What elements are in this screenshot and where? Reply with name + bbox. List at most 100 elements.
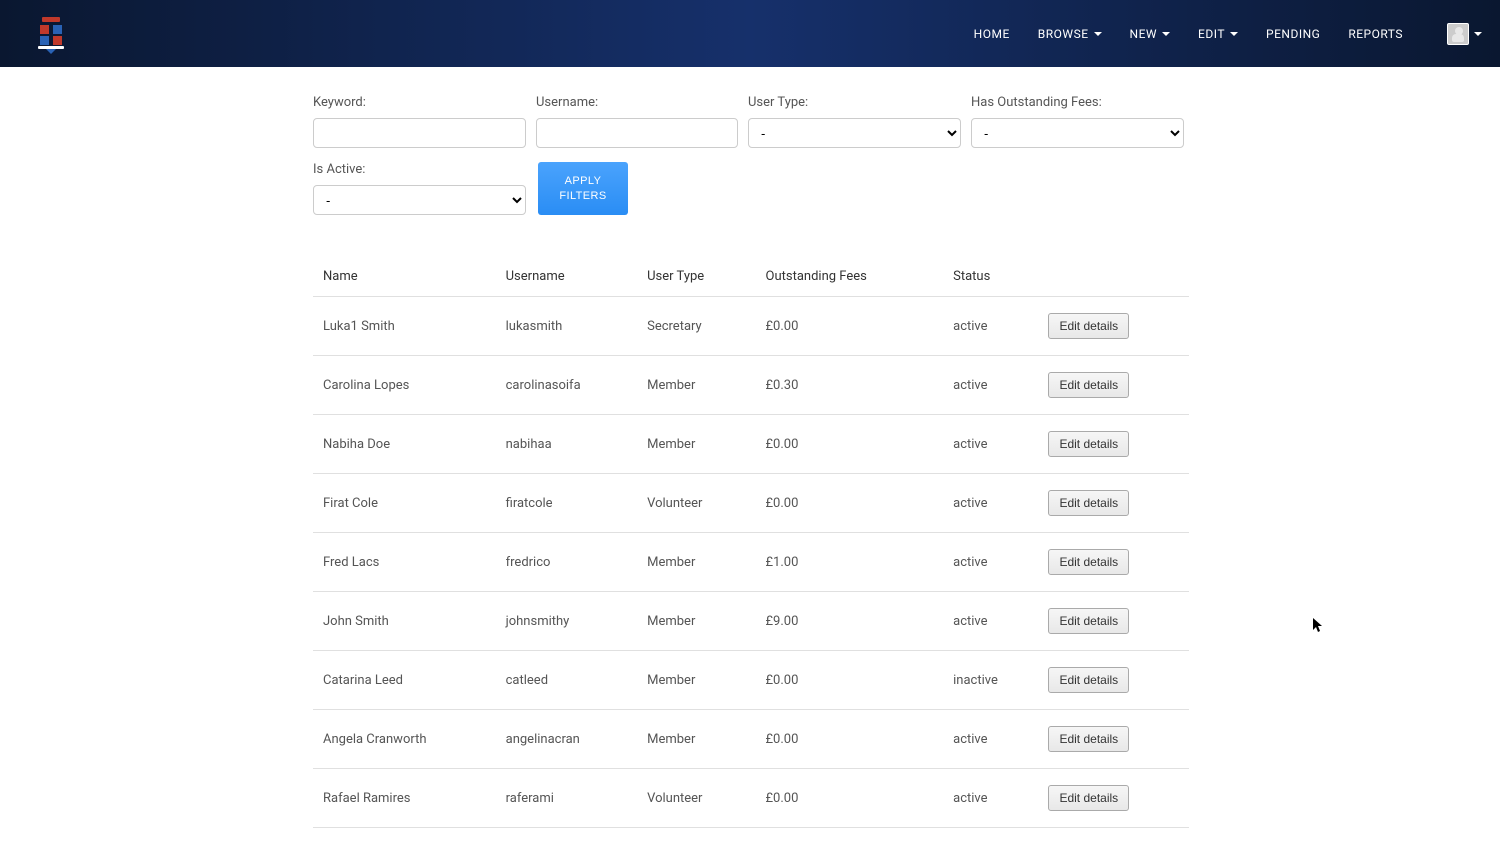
- cell-username: fredrico: [496, 533, 637, 592]
- chevron-down-icon: [1094, 32, 1102, 36]
- cell-username: lukasmith: [496, 297, 637, 356]
- cell-status: active: [943, 415, 1038, 474]
- table-row: Catarina LeedcatleedMember£0.00inactive E…: [313, 651, 1189, 710]
- nav-reports[interactable]: REPORTS: [1334, 17, 1417, 51]
- table-row: Rafael RamiresraferamiVolunteer£0.00acti…: [313, 769, 1189, 828]
- cell-usertype: Member: [637, 356, 755, 415]
- filter-row-1: Keyword: Username: User Type: - Has Outs…: [313, 95, 1188, 148]
- cell-username: catleed: [496, 651, 637, 710]
- cell-status: active: [943, 592, 1038, 651]
- nav-browse[interactable]: BROWSE: [1024, 17, 1116, 51]
- table-row: Luka1 SmithlukasmithSecretary£0.00active…: [313, 297, 1189, 356]
- filter-row-2: Is Active: - APPLY FILTERS: [313, 162, 1188, 215]
- edit-details-button[interactable]: Edit details: [1048, 726, 1129, 752]
- usertype-select[interactable]: -: [748, 118, 961, 148]
- cell-username: angelinacran: [496, 710, 637, 769]
- cell-name: Firat Cole: [313, 474, 496, 533]
- cell-status: active: [943, 356, 1038, 415]
- cell-name: Fred Lacs: [313, 533, 496, 592]
- col-header-status: Status: [943, 257, 1038, 297]
- cell-usertype: Volunteer: [637, 474, 755, 533]
- apply-filters-button[interactable]: APPLY FILTERS: [538, 162, 628, 215]
- mouse-cursor-icon: [1313, 618, 1325, 634]
- cell-fees: £0.00: [756, 474, 944, 533]
- cell-name: Luka1 Smith: [313, 297, 496, 356]
- edit-details-button[interactable]: Edit details: [1048, 785, 1129, 811]
- edit-details-button[interactable]: Edit details: [1048, 549, 1129, 575]
- fees-label: Has Outstanding Fees:: [971, 95, 1184, 110]
- edit-details-button[interactable]: Edit details: [1048, 667, 1129, 693]
- active-label: Is Active:: [313, 162, 526, 177]
- cell-usertype: Member: [637, 533, 755, 592]
- cell-name: Nabiha Doe: [313, 415, 496, 474]
- cell-usertype: Member: [637, 710, 755, 769]
- cell-name: Catarina Leed: [313, 651, 496, 710]
- username-label: Username:: [536, 95, 738, 110]
- chevron-down-icon: [1230, 32, 1238, 36]
- nav-label: BROWSE: [1038, 27, 1089, 41]
- cell-fees: £0.00: [756, 769, 944, 828]
- cell-name: Rafael Ramires: [313, 769, 496, 828]
- cell-status: active: [943, 710, 1038, 769]
- table-row: Firat ColefiratcoleVolunteer£0.00active E…: [313, 474, 1189, 533]
- nav-label: REPORTS: [1348, 27, 1403, 41]
- table-row: John SmithjohnsmithyMember£9.00active Edi…: [313, 592, 1189, 651]
- users-table: Name Username User Type Outstanding Fees…: [313, 257, 1189, 828]
- table-row: Angela CranworthangelinacranMember£0.00a…: [313, 710, 1189, 769]
- edit-details-button[interactable]: Edit details: [1048, 313, 1129, 339]
- cell-name: Carolina Lopes: [313, 356, 496, 415]
- username-input[interactable]: [536, 118, 738, 148]
- nav-menu: HOME BROWSE NEW EDIT PENDING REPORTS: [960, 17, 1417, 51]
- col-header-fees: Outstanding Fees: [756, 257, 944, 297]
- cell-username: raferami: [496, 769, 637, 828]
- cell-fees: £0.00: [756, 297, 944, 356]
- edit-details-button[interactable]: Edit details: [1048, 372, 1129, 398]
- edit-details-button[interactable]: Edit details: [1048, 608, 1129, 634]
- cell-fees: £0.30: [756, 356, 944, 415]
- active-select[interactable]: -: [313, 185, 526, 215]
- navbar: HOME BROWSE NEW EDIT PENDING REPORTS: [0, 0, 1500, 67]
- col-header-username: Username: [496, 257, 637, 297]
- nav-label: EDIT: [1198, 27, 1225, 41]
- table-row: Fred LacsfredricoMember£1.00active Edit d…: [313, 533, 1189, 592]
- site-logo[interactable]: [30, 13, 72, 55]
- cell-username: carolinasoifa: [496, 356, 637, 415]
- nav-label: HOME: [974, 27, 1010, 41]
- cell-status: active: [943, 769, 1038, 828]
- fees-select[interactable]: -: [971, 118, 1184, 148]
- table-row: Nabiha DoenabihaaMember£0.00active Edit d…: [313, 415, 1189, 474]
- chevron-down-icon: [1162, 32, 1170, 36]
- nav-home[interactable]: HOME: [960, 17, 1024, 51]
- edit-details-button[interactable]: Edit details: [1048, 431, 1129, 457]
- nav-label: PENDING: [1266, 27, 1320, 41]
- col-header-usertype: User Type: [637, 257, 755, 297]
- cell-status: active: [943, 474, 1038, 533]
- cell-username: johnsmithy: [496, 592, 637, 651]
- cell-fees: £1.00: [756, 533, 944, 592]
- cell-fees: £0.00: [756, 651, 944, 710]
- cell-usertype: Volunteer: [637, 769, 755, 828]
- cell-username: firatcole: [496, 474, 637, 533]
- cell-username: nabihaa: [496, 415, 637, 474]
- cell-usertype: Member: [637, 415, 755, 474]
- nav-new[interactable]: NEW: [1116, 17, 1185, 51]
- nav-pending[interactable]: PENDING: [1252, 17, 1334, 51]
- cell-usertype: Member: [637, 651, 755, 710]
- avatar-icon: [1447, 23, 1469, 45]
- keyword-label: Keyword:: [313, 95, 526, 110]
- table-row: Carolina LopescarolinasoifaMember£0.30ac…: [313, 356, 1189, 415]
- cell-fees: £0.00: [756, 710, 944, 769]
- cell-status: active: [943, 533, 1038, 592]
- user-menu[interactable]: [1447, 23, 1482, 45]
- keyword-input[interactable]: [313, 118, 526, 148]
- cell-fees: £0.00: [756, 415, 944, 474]
- chevron-down-icon: [1474, 32, 1482, 36]
- cell-usertype: Member: [637, 592, 755, 651]
- cell-usertype: Secretary: [637, 297, 755, 356]
- usertype-label: User Type:: [748, 95, 961, 110]
- cell-fees: £9.00: [756, 592, 944, 651]
- cell-name: John Smith: [313, 592, 496, 651]
- edit-details-button[interactable]: Edit details: [1048, 490, 1129, 516]
- cell-status: inactive: [943, 651, 1038, 710]
- nav-edit[interactable]: EDIT: [1184, 17, 1252, 51]
